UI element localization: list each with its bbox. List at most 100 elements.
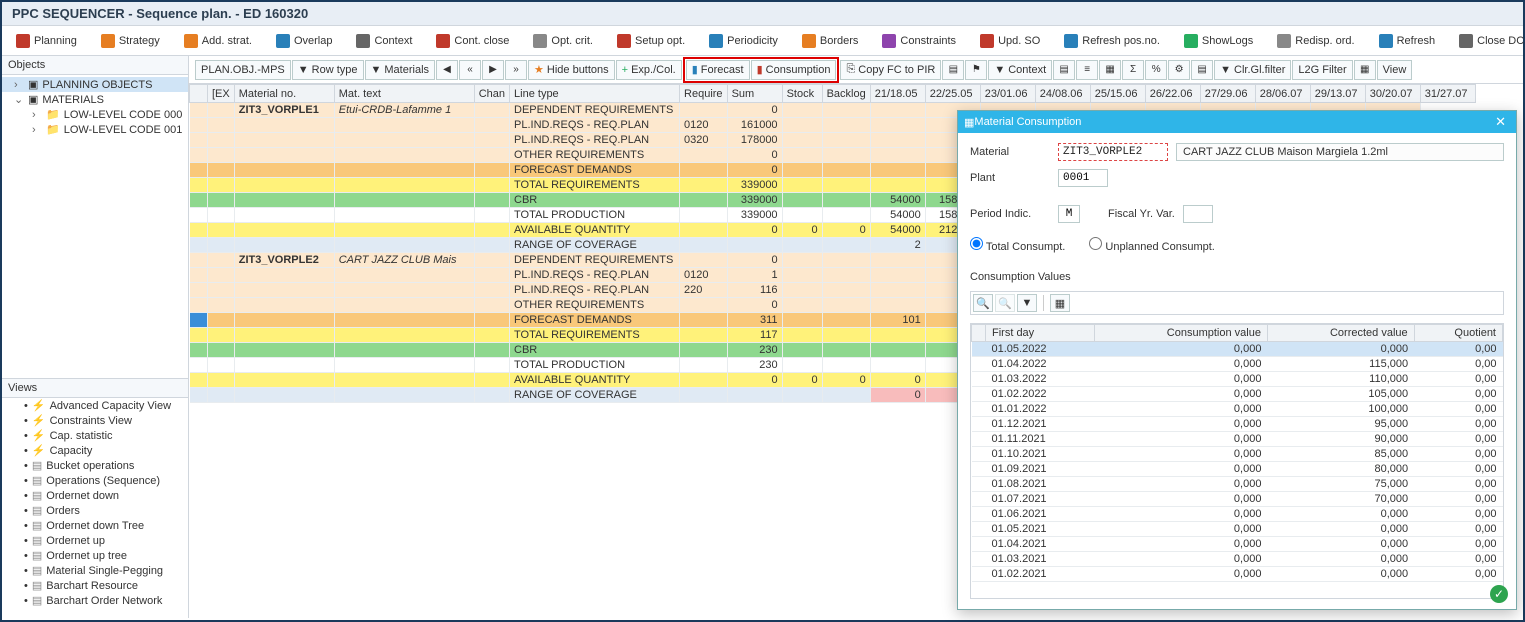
cv-row[interactable]: 01.06.20210,0000,0000,00 [972, 507, 1503, 522]
view-button[interactable]: View [1377, 60, 1413, 80]
toolbar-periodicity[interactable]: Periodicity [701, 31, 786, 51]
copyfc-button[interactable]: ⎘Copy FC to PIR [840, 60, 941, 80]
view-item[interactable]: •▤Ordernet up tree [2, 548, 188, 563]
toolbar-opt-crit-[interactable]: Opt. crit. [525, 31, 601, 51]
toolbar-planning[interactable]: Planning [8, 31, 85, 51]
tree-lowlevel-001[interactable]: › 📁 LOW-LEVEL CODE 001 [2, 122, 188, 137]
cv-row[interactable]: 01.03.20220,000110,0000,00 [972, 372, 1503, 387]
toolbar-borders[interactable]: Borders [794, 31, 867, 51]
tool-button[interactable]: ▦ [1354, 60, 1376, 80]
tree-planning-objects[interactable]: › ▣ PLANNING OBJECTS [2, 77, 188, 92]
ok-badge-icon[interactable]: ✓ [1490, 585, 1508, 603]
context-filter-button[interactable]: ▼Context [988, 60, 1052, 80]
cv-row[interactable]: 01.05.20220,0000,0000,00 [972, 342, 1503, 357]
tree-lowlevel-000[interactable]: › 📁 LOW-LEVEL CODE 000 [2, 107, 188, 122]
cv-grid-container[interactable]: First dayConsumption valueCorrected valu… [970, 323, 1504, 599]
forecast-button[interactable]: ▮Forecast [686, 60, 750, 80]
cv-row[interactable]: 01.08.20210,00075,0000,00 [972, 477, 1503, 492]
view-item[interactable]: •⚡Cap. statistic [2, 428, 188, 443]
toolbar-redisp-ord-[interactable]: Redisp. ord. [1269, 31, 1362, 51]
toolbar-cont-close[interactable]: Cont. close [428, 31, 517, 51]
view-item[interactable]: •⚡Advanced Capacity View [2, 398, 188, 413]
grid-button[interactable]: ▦ [1050, 294, 1070, 312]
tool-icon [882, 34, 896, 48]
nav-fastfwd-button[interactable]: » [505, 60, 527, 80]
consumption-button[interactable]: ▮Consumption [751, 60, 837, 80]
tool-button[interactable]: ▤ [1191, 60, 1213, 80]
tool-button[interactable]: ▤ [942, 60, 964, 80]
planobj-button[interactable]: PLAN.OBJ.-MPS [195, 60, 291, 80]
chevron-down-icon: ⌄ [14, 93, 24, 106]
view-item[interactable]: •▤Ordernet down Tree [2, 518, 188, 533]
cv-row[interactable]: 01.12.20210,00095,0000,00 [972, 417, 1503, 432]
view-item[interactable]: •▤Barchart Order Network [2, 593, 188, 608]
total-consumpt-radio[interactable]: Total Consumpt. [970, 237, 1065, 253]
toolbar-close-dc-fil[interactable]: Close DC fil [1451, 31, 1525, 51]
cv-row[interactable]: 01.03.20210,0000,0000,00 [972, 552, 1503, 567]
hide-buttons-button[interactable]: ★Hide buttons [528, 60, 615, 80]
cv-row[interactable]: 01.04.20210,0000,0000,00 [972, 537, 1503, 552]
cv-row[interactable]: 01.05.20210,0000,0000,00 [972, 522, 1503, 537]
unplanned-consumpt-radio[interactable]: Unplanned Consumpt. [1089, 237, 1215, 253]
cv-row[interactable]: 01.01.20220,000100,0000,00 [972, 402, 1503, 417]
period-input[interactable] [1058, 205, 1080, 223]
view-item[interactable]: •▤Orders [2, 503, 188, 518]
tool-icon [802, 34, 816, 48]
view-item[interactable]: •⚡Capacity [2, 443, 188, 458]
cv-row[interactable]: 01.04.20220,000115,0000,00 [972, 357, 1503, 372]
tool-button[interactable]: ⚙ [1168, 60, 1190, 80]
consumption-grid[interactable]: First dayConsumption valueCorrected valu… [971, 324, 1503, 582]
clrgl-filter-button[interactable]: ▼Clr.Gl.filter [1214, 60, 1291, 80]
tool-icon [1277, 34, 1291, 48]
fiscal-input[interactable] [1183, 205, 1213, 223]
nav-first-button[interactable]: ◀ [436, 60, 458, 80]
find-next-button[interactable]: 🔍 [995, 294, 1015, 312]
toolbar-context[interactable]: Context [348, 31, 420, 51]
tool-button[interactable]: ▦ [1099, 60, 1121, 80]
plant-row: Plant [970, 169, 1504, 187]
toolbar-showlogs[interactable]: ShowLogs [1176, 31, 1261, 51]
toolbar-upd-so[interactable]: Upd. SO [972, 31, 1048, 51]
toolbar-strategy[interactable]: Strategy [93, 31, 168, 51]
tool-button[interactable]: ≡ [1076, 60, 1098, 80]
view-item[interactable]: •▤Ordernet down [2, 488, 188, 503]
toolbar-refresh-pos-no-[interactable]: Refresh pos.no. [1056, 31, 1168, 51]
cv-row[interactable]: 01.07.20210,00070,0000,00 [972, 492, 1503, 507]
toolbar-add-strat-[interactable]: Add. strat. [176, 31, 260, 51]
toolbar-setup-opt-[interactable]: Setup opt. [609, 31, 693, 51]
cv-row[interactable]: 01.02.20210,0000,0000,00 [972, 567, 1503, 582]
toolbar-overlap[interactable]: Overlap [268, 31, 341, 51]
view-item[interactable]: •▤Bucket operations [2, 458, 188, 473]
toolbar-constraints[interactable]: Constraints [874, 31, 964, 51]
nav-next-button[interactable]: ▶ [482, 60, 504, 80]
tool-button[interactable]: % [1145, 60, 1167, 80]
view-item[interactable]: •▤Barchart Resource [2, 578, 188, 593]
rowtype-filter-button[interactable]: ▼Row type [292, 60, 364, 80]
materials-filter-button[interactable]: ▼Materials [365, 60, 436, 80]
find-button[interactable]: 🔍 [973, 294, 993, 312]
cv-row[interactable]: 01.09.20210,00080,0000,00 [972, 462, 1503, 477]
sum-button[interactable]: Σ [1122, 60, 1144, 80]
view-item[interactable]: •⚡Constraints View [2, 413, 188, 428]
material-input[interactable] [1058, 143, 1168, 161]
popup-titlebar[interactable]: ▦ Material Consumption ✕ [958, 111, 1516, 133]
sub-toolbar: PLAN.OBJ.-MPS ▼Row type ▼Materials ◀ « ▶… [189, 56, 1523, 84]
objects-tree[interactable]: › ▣ PLANNING OBJECTS ⌄ ▣ MATERIALS › 📁 L… [2, 75, 188, 378]
view-item[interactable]: •▤Material Single-Pegging [2, 563, 188, 578]
tool-button[interactable]: ▤ [1053, 60, 1075, 80]
view-item[interactable]: •▤Ordernet up [2, 533, 188, 548]
tool-button[interactable]: ⚑ [965, 60, 987, 80]
toolbar-refresh[interactable]: Refresh [1371, 31, 1444, 51]
filter-button[interactable]: ▼ [1017, 294, 1037, 312]
plant-input[interactable] [1058, 169, 1108, 187]
l2g-filter-button[interactable]: L2G Filter [1292, 60, 1352, 80]
close-icon[interactable]: ✕ [1491, 114, 1510, 130]
nav-fastback-button[interactable]: « [459, 60, 481, 80]
view-item[interactable]: •▤Operations (Sequence) [2, 473, 188, 488]
cv-row[interactable]: 01.02.20220,000105,0000,00 [972, 387, 1503, 402]
views-list[interactable]: •⚡Advanced Capacity View•⚡Constraints Vi… [2, 398, 188, 618]
tree-materials[interactable]: ⌄ ▣ MATERIALS [2, 92, 188, 107]
cv-row[interactable]: 01.10.20210,00085,0000,00 [972, 447, 1503, 462]
cv-row[interactable]: 01.11.20210,00090,0000,00 [972, 432, 1503, 447]
expand-collapse-button[interactable]: +Exp./Col. [616, 60, 682, 80]
